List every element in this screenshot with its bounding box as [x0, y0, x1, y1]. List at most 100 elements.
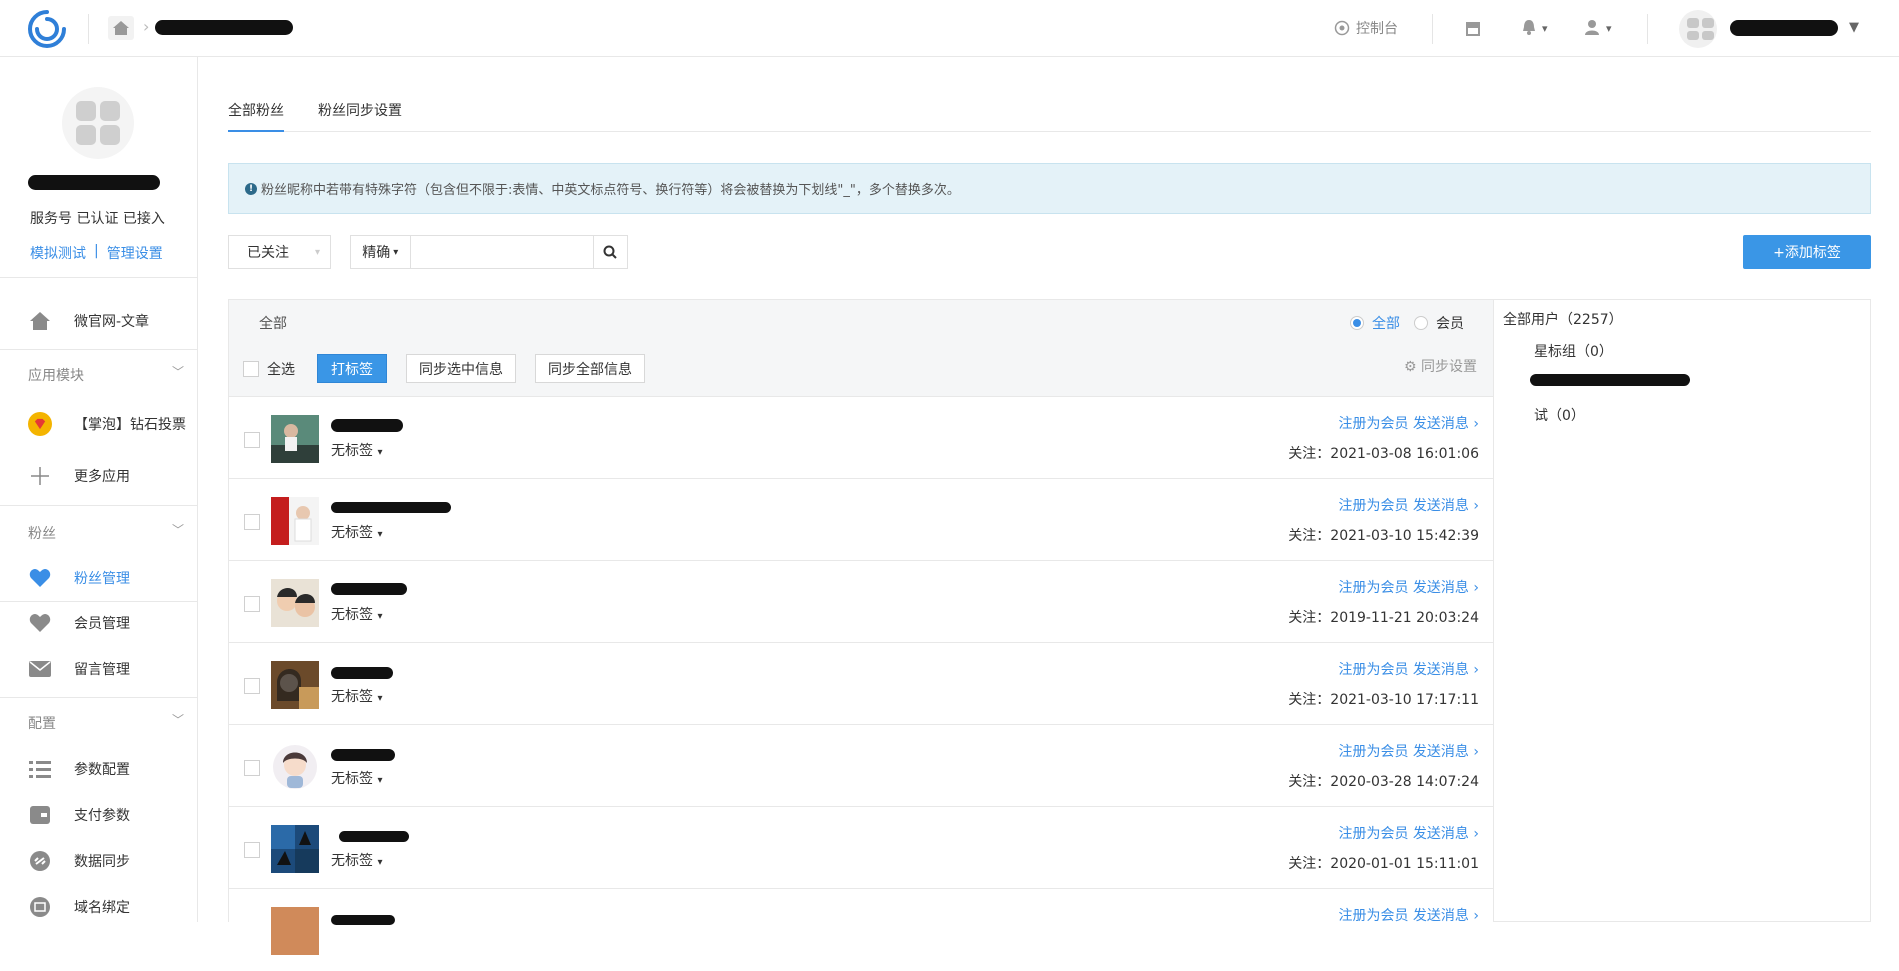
select-all-checkbox[interactable] — [243, 360, 259, 377]
row-checkbox[interactable] — [244, 842, 260, 858]
account-avatar[interactable] — [1679, 10, 1717, 48]
list-settings-icon — [28, 757, 52, 781]
chevron-down-icon[interactable]: ﹀ — [172, 521, 184, 538]
sidebar-item-param-config[interactable]: 参数配置 — [0, 749, 198, 789]
row-actions-label: 注册为会员 发送消息 — [1338, 662, 1469, 678]
radio-all-label[interactable]: 全部 — [1372, 313, 1400, 333]
tag-value: 无标签 — [331, 853, 373, 869]
tag-select[interactable]: 无标签 ▾ — [331, 850, 382, 870]
fan-avatar[interactable] — [271, 825, 319, 873]
manage-settings-link[interactable]: 管理设置 — [107, 243, 163, 263]
section-apps: 应用模块 — [28, 368, 84, 384]
select-all-label[interactable]: 全选 — [267, 359, 295, 379]
row-actions[interactable]: 注册为会员 发送消息 › — [1338, 413, 1479, 433]
sidebar-item-data-sync[interactable]: 数据同步 — [0, 841, 198, 881]
row-actions[interactable]: 注册为会员 发送消息 › — [1338, 905, 1479, 925]
table-row: 无标签 ▾ 注册为会员 发送消息 › 关注：2021-03-10 15:42:3… — [229, 479, 1493, 561]
chevron-right-icon: › — [1473, 580, 1479, 596]
radio-member[interactable] — [1414, 316, 1428, 330]
add-tag-button[interactable]: +添加标签 — [1743, 235, 1871, 269]
sidebar-item-micro-site[interactable]: 微官网-文章 — [0, 301, 198, 341]
fan-avatar[interactable] — [271, 415, 319, 463]
group-star[interactable]: 星标组（0） — [1534, 341, 1613, 361]
radio-member-label[interactable]: 会员 — [1436, 313, 1464, 333]
account-caret-icon[interactable]: ▼ — [1849, 20, 1859, 35]
divider — [88, 14, 89, 44]
sidebar-item-payment-params[interactable]: 支付参数 — [0, 795, 198, 835]
search-button[interactable] — [592, 236, 627, 268]
sidebar-item-diamond-vote[interactable]: 【掌泡】钻石投票 — [0, 404, 198, 444]
sync-selected-button[interactable]: 同步选中信息 — [406, 354, 516, 383]
sidebar-item-member-management[interactable]: 会员管理 — [0, 603, 198, 643]
user-icon[interactable] — [1583, 18, 1601, 36]
table-row: 无标签 ▾ 注册为会员 发送消息 › 关注：2020-01-01 15:11:0… — [229, 807, 1493, 889]
divider — [0, 697, 198, 698]
tag-button[interactable]: 打标签 — [317, 354, 387, 383]
caret-down-icon[interactable]: ▾ — [1542, 22, 1548, 35]
group-test[interactable]: 试（0） — [1534, 405, 1585, 425]
radio-all[interactable] — [1350, 316, 1364, 330]
list-scope-label: 全部 — [259, 316, 287, 332]
row-actions[interactable]: 注册为会员 发送消息 › — [1338, 823, 1479, 843]
account-status: 服务号 已认证 已接入 — [30, 211, 165, 227]
groups-panel: 全部用户（2257） 星标组（0） 试（0） — [1494, 299, 1871, 922]
row-checkbox[interactable] — [244, 760, 260, 776]
chevron-right-icon: › — [1473, 416, 1479, 432]
store-icon[interactable] — [1464, 19, 1482, 37]
section-config: 配置 — [28, 716, 56, 732]
divider — [0, 277, 198, 278]
bell-icon[interactable] — [1520, 18, 1538, 36]
chevron-down-icon[interactable]: ﹀ — [172, 363, 184, 380]
sync-settings-link[interactable]: ⚙ 同步设置 — [1404, 356, 1477, 376]
home-icon[interactable] — [108, 16, 134, 40]
sidebar-item-more-apps[interactable]: 更多应用 — [0, 456, 198, 496]
row-checkbox[interactable] — [244, 514, 260, 530]
domain-icon — [28, 895, 52, 919]
tag-select[interactable]: 无标签 ▾ — [331, 440, 382, 460]
sidebar-item-label: 数据同步 — [74, 854, 130, 870]
row-checkbox[interactable] — [244, 678, 260, 694]
fan-avatar[interactable] — [271, 907, 319, 955]
simulate-test-link[interactable]: 模拟测试 — [30, 243, 86, 263]
home-icon — [28, 309, 52, 333]
sidebar-item-clipped[interactable] — [0, 281, 198, 293]
console-link[interactable]: 控制台 — [1334, 18, 1398, 38]
group-redacted[interactable] — [1530, 374, 1690, 386]
tab-fans-sync-settings[interactable]: 粉丝同步设置 — [318, 100, 402, 130]
fan-avatar[interactable] — [271, 743, 319, 791]
row-actions[interactable]: 注册为会员 发送消息 › — [1338, 577, 1479, 597]
tag-select[interactable]: 无标签 ▾ — [331, 768, 382, 788]
row-checkbox[interactable] — [244, 432, 260, 448]
fan-avatar[interactable] — [271, 497, 319, 545]
sidebar-item-fans-management[interactable]: 粉丝管理 — [0, 558, 198, 598]
sync-all-button[interactable]: 同步全部信息 — [535, 354, 645, 383]
chevron-down-icon[interactable]: ﹀ — [172, 711, 184, 728]
caret-down-icon: ▾ — [377, 857, 383, 868]
tag-select[interactable]: 无标签 ▾ — [331, 686, 382, 706]
row-actions[interactable]: 注册为会员 发送消息 › — [1338, 741, 1479, 761]
sidebar-item-label: 留言管理 — [74, 662, 130, 678]
fan-avatar[interactable] — [271, 579, 319, 627]
tag-select[interactable]: 无标签 ▾ — [331, 604, 382, 624]
tab-all-fans[interactable]: 全部粉丝 — [228, 100, 284, 132]
tag-value: 无标签 — [331, 689, 373, 705]
row-checkbox[interactable] — [244, 596, 260, 612]
fan-avatar[interactable] — [271, 661, 319, 709]
sidebar-item-message-management[interactable]: 留言管理 — [0, 649, 198, 689]
tag-select[interactable]: 无标签 ▾ — [331, 522, 382, 542]
follow-status-select[interactable]: 已关注 ▾ — [228, 235, 331, 269]
sidebar-item-domain-binding[interactable]: 域名绑定 — [0, 887, 198, 927]
search-group: 精确 ▾ — [350, 235, 628, 269]
row-actions[interactable]: 注册为会员 发送消息 › — [1338, 659, 1479, 679]
tag-value: 无标签 — [331, 771, 373, 787]
row-actions[interactable]: 注册为会员 发送消息 › — [1338, 495, 1479, 515]
group-all-users[interactable]: 全部用户（2257） — [1503, 309, 1623, 329]
search-input[interactable] — [410, 236, 593, 268]
plus-icon — [28, 464, 52, 488]
logo-icon[interactable] — [26, 8, 68, 50]
caret-down-icon[interactable]: ▾ — [1606, 22, 1612, 35]
nickname-redacted — [331, 583, 407, 595]
bulk-actions: 全选 打标签 同步选中信息 同步全部信息 — [243, 354, 645, 383]
search-mode-select[interactable]: 精确 ▾ — [351, 236, 411, 268]
link-divider: | — [94, 243, 99, 259]
